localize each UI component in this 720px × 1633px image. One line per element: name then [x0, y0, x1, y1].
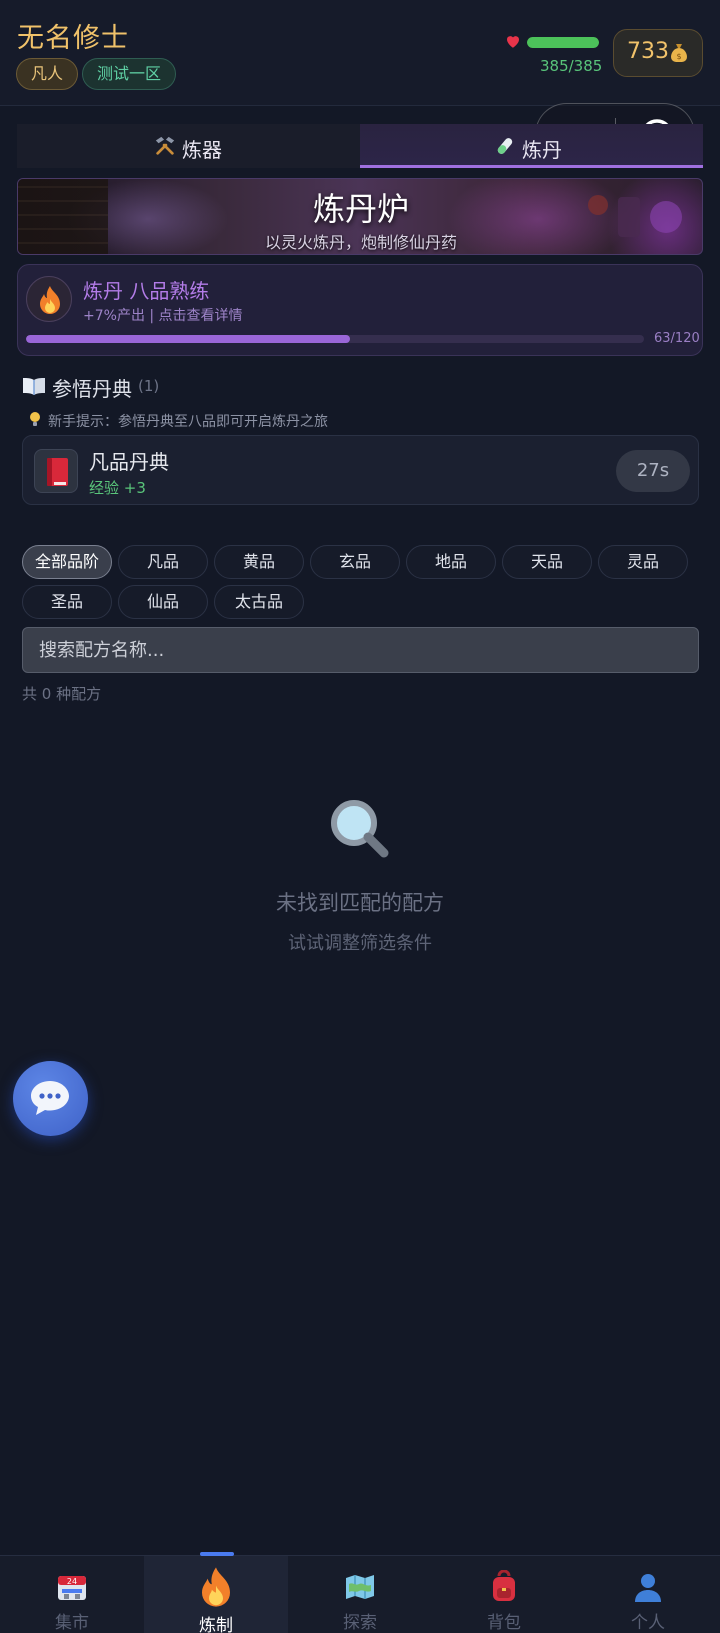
grade-chip-taigu[interactable]: 太古品 — [214, 585, 304, 619]
hp-bar-fill — [527, 37, 599, 48]
nav-profile-label: 个人 — [631, 1613, 665, 1633]
manuals-section-count: (1) — [138, 377, 160, 395]
skill-title: 炼丹 八品熟练 — [83, 279, 210, 303]
manual-name: 凡品丹典 — [89, 450, 169, 474]
nav-market[interactable]: 24 集市 — [0, 1556, 144, 1633]
bottom-nav: 24 集市 炼制 探索 背包 个人 — [0, 1552, 720, 1633]
grade-chip-all[interactable]: 全部品阶 — [22, 545, 112, 579]
skill-progress-bar — [26, 335, 644, 343]
hp-bar — [527, 37, 599, 48]
furnace-banner: 炼丹炉 以灵火炼丹，炮制修仙丹药 — [17, 178, 703, 255]
player-name[interactable]: 无名修士 — [17, 16, 129, 55]
hp-text: 385/385 — [540, 57, 603, 75]
manual-exp: 经验 +3 — [89, 479, 146, 497]
grade-chip-xuan[interactable]: 玄品 — [310, 545, 400, 579]
banner-title: 炼丹炉 — [312, 190, 409, 228]
fire-icon — [40, 286, 60, 314]
hammer-pick-icon — [155, 136, 175, 155]
grade-chip-huang[interactable]: 黄品 — [214, 545, 304, 579]
svg-text:$: $ — [676, 52, 681, 61]
skill-progress-fill — [26, 335, 351, 343]
recipe-count: 共 0 种配方 — [22, 685, 102, 703]
craft-tabs: 炼器 炼丹 — [17, 124, 703, 168]
backpack-icon — [493, 1570, 515, 1601]
server-badge[interactable]: 测试一区 — [82, 58, 177, 90]
nav-craft[interactable]: 炼制 — [144, 1552, 288, 1633]
nav-backpack-label: 背包 — [487, 1613, 521, 1633]
chat-button[interactable] — [13, 1061, 88, 1136]
map-icon — [346, 1575, 374, 1599]
nav-backpack[interactable]: 背包 — [432, 1556, 576, 1633]
skill-subtitle: +7%产出 | 点击查看详情 — [83, 308, 243, 324]
lightbulb-icon — [30, 412, 40, 426]
test-tube-icon — [497, 138, 513, 154]
nav-profile[interactable]: 个人 — [576, 1556, 720, 1633]
grade-chip-tian[interactable]: 天品 — [502, 545, 592, 579]
manuals-section-title: 参悟丹典 — [52, 377, 132, 401]
manual-icon-badge — [34, 449, 78, 493]
coin-value: 733 — [627, 39, 669, 64]
skill-icon-badge — [26, 276, 72, 322]
red-book-icon — [47, 458, 68, 486]
nav-explore-label: 探索 — [343, 1613, 377, 1633]
grade-chip-sheng[interactable]: 圣品 — [22, 585, 112, 619]
empty-state-subtitle: 试试调整筛选条件 — [288, 933, 432, 954]
tab-refining[interactable]: 炼器 — [17, 124, 360, 168]
banner-subtitle: 以灵火炼丹，炮制修仙丹药 — [264, 233, 457, 252]
manual-item[interactable]: 凡品丹典 经验 +3 27s — [22, 435, 699, 505]
fire-icon — [202, 1567, 230, 1607]
money-bag-icon: $ — [671, 44, 687, 62]
skill-progress-text: 63/120 — [654, 331, 700, 346]
open-book-icon — [23, 378, 45, 395]
magnifier-icon — [331, 800, 389, 858]
speech-bubble-icon — [31, 1081, 69, 1115]
tab-refining-label: 炼器 — [182, 138, 222, 162]
nav-craft-label: 炼制 — [199, 1616, 233, 1633]
grade-chip-fan[interactable]: 凡品 — [118, 545, 208, 579]
nav-explore[interactable]: 探索 — [288, 1556, 432, 1633]
calendar-shop-icon: 24 — [58, 1576, 86, 1600]
recipe-search-input[interactable] — [22, 627, 699, 673]
tab-alchemy-label: 炼丹 — [522, 138, 562, 162]
tab-alchemy[interactable]: 炼丹 — [360, 124, 703, 168]
nav-market-label: 集市 — [55, 1613, 89, 1633]
beginner-tip: 新手提示：参悟丹典至八品即可开启炼丹之旅 — [48, 414, 328, 430]
top-header: 无名修士 凡人 测试一区 385/385 733 $ — [0, 0, 720, 106]
nav-active-indicator — [200, 1552, 234, 1556]
heart-icon — [507, 36, 519, 48]
empty-state-title: 未找到匹配的配方 — [276, 891, 444, 915]
alchemy-skill-card[interactable]: 炼丹 八品熟练 +7%产出 | 点击查看详情 63/120 — [17, 264, 703, 356]
grade-chip-di[interactable]: 地品 — [406, 545, 496, 579]
person-icon — [635, 1574, 661, 1602]
svg-text:24: 24 — [67, 1577, 77, 1586]
grade-chip-ling[interactable]: 灵品 — [598, 545, 688, 579]
realm-badge[interactable]: 凡人 — [16, 58, 79, 90]
grade-chip-xian[interactable]: 仙品 — [118, 585, 208, 619]
manual-timer-button[interactable]: 27s — [616, 450, 690, 492]
